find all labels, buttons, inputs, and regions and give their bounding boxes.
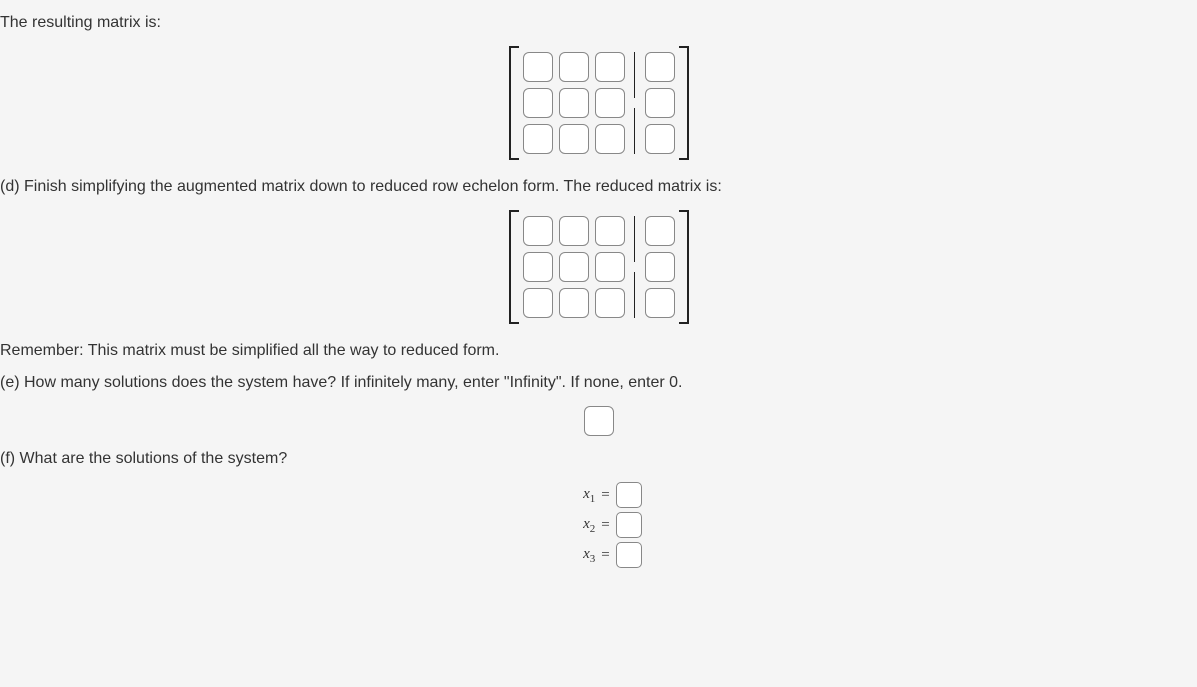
matrix-1 bbox=[509, 46, 689, 160]
solutions-container: x1 = x2 = x3 = bbox=[0, 482, 1197, 568]
matrix-2-cell-1-2[interactable] bbox=[595, 252, 625, 282]
matrix-1-cell-2-1[interactable] bbox=[559, 124, 589, 154]
matrix-1-col-1 bbox=[559, 52, 589, 154]
matrix-1-cell-2-0[interactable] bbox=[523, 124, 553, 154]
var-label-x1: x1 bbox=[555, 486, 595, 505]
var-label-x3: x3 bbox=[555, 546, 595, 565]
bracket-right-icon bbox=[679, 46, 689, 160]
matrix-1-cell-1-2[interactable] bbox=[595, 88, 625, 118]
solutions-grid: x1 = x2 = x3 = bbox=[555, 482, 641, 568]
equals-sign: = bbox=[601, 547, 609, 564]
intro-text: The resulting matrix is: bbox=[0, 14, 1197, 32]
bracket-left-icon bbox=[509, 46, 519, 160]
matrix-2-col-2 bbox=[595, 216, 625, 318]
matrix-1-aug-col-0 bbox=[645, 52, 675, 154]
matrix-2-cell-1-0[interactable] bbox=[523, 252, 553, 282]
matrix-1-aug-0-0[interactable] bbox=[645, 52, 675, 82]
part-e-text: (e) How many solutions does the system h… bbox=[0, 374, 1197, 392]
matrix-1-cell-1-0[interactable] bbox=[523, 88, 553, 118]
matrix-1-cell-1-1[interactable] bbox=[559, 88, 589, 118]
matrix-1-cell-0-2[interactable] bbox=[595, 52, 625, 82]
matrix-2-aug-col-0 bbox=[645, 216, 675, 318]
solution-row-x3: x3 = bbox=[555, 542, 641, 568]
equals-sign: = bbox=[601, 517, 609, 534]
solution-row-x2: x2 = bbox=[555, 512, 641, 538]
matrix-2-aug-0-0[interactable] bbox=[645, 216, 675, 246]
matrix-1-body bbox=[519, 46, 679, 160]
matrix-2-aug-2-0[interactable] bbox=[645, 288, 675, 318]
solution-input-x2[interactable] bbox=[616, 512, 642, 538]
var-label-x2: x2 bbox=[555, 516, 595, 535]
bracket-right-icon bbox=[679, 210, 689, 324]
solutions-count-input[interactable] bbox=[584, 406, 614, 436]
solution-row-x1: x1 = bbox=[555, 482, 641, 508]
matrix-1-aug-1-0[interactable] bbox=[645, 88, 675, 118]
equals-sign: = bbox=[601, 487, 609, 504]
matrix-1-aug-2-0[interactable] bbox=[645, 124, 675, 154]
matrix-1-cell-0-1[interactable] bbox=[559, 52, 589, 82]
matrix-2-cell-0-1[interactable] bbox=[559, 216, 589, 246]
solutions-count-container bbox=[0, 406, 1197, 436]
solution-input-x1[interactable] bbox=[616, 482, 642, 508]
matrix-1-col-0 bbox=[523, 52, 553, 154]
solution-input-x3[interactable] bbox=[616, 542, 642, 568]
matrix-2 bbox=[509, 210, 689, 324]
matrix-2-body bbox=[519, 210, 679, 324]
matrix-2-cell-0-0[interactable] bbox=[523, 216, 553, 246]
matrix-2-cell-2-1[interactable] bbox=[559, 288, 589, 318]
part-d-text: (d) Finish simplifying the augmented mat… bbox=[0, 178, 1197, 196]
remember-text: Remember: This matrix must be simplified… bbox=[0, 342, 1197, 360]
matrix-2-container bbox=[0, 210, 1197, 324]
matrix-2-col-0 bbox=[523, 216, 553, 318]
matrix-2-cell-1-1[interactable] bbox=[559, 252, 589, 282]
augment-separator-icon bbox=[631, 52, 639, 154]
matrix-1-cell-0-0[interactable] bbox=[523, 52, 553, 82]
matrix-2-cell-2-2[interactable] bbox=[595, 288, 625, 318]
matrix-1-container bbox=[0, 46, 1197, 160]
matrix-2-cell-2-0[interactable] bbox=[523, 288, 553, 318]
matrix-1-col-2 bbox=[595, 52, 625, 154]
matrix-2-col-1 bbox=[559, 216, 589, 318]
matrix-1-cell-2-2[interactable] bbox=[595, 124, 625, 154]
bracket-left-icon bbox=[509, 210, 519, 324]
matrix-2-cell-0-2[interactable] bbox=[595, 216, 625, 246]
matrix-2-aug-1-0[interactable] bbox=[645, 252, 675, 282]
part-f-text: (f) What are the solutions of the system… bbox=[0, 450, 1197, 468]
augment-separator-icon bbox=[631, 216, 639, 318]
